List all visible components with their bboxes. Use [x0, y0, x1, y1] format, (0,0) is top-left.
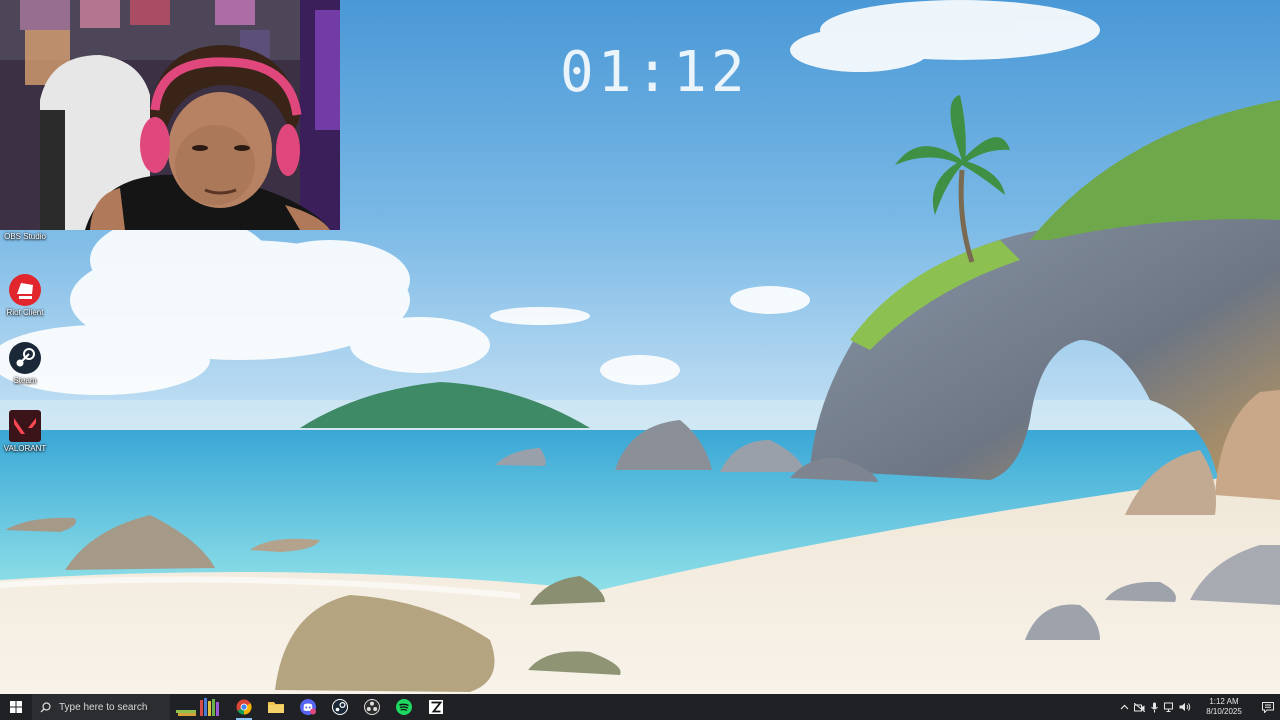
desktop-icon-label: VALORANT — [3, 444, 47, 453]
desktop-icon-label: Steam — [13, 376, 37, 385]
spotify-icon — [396, 699, 412, 715]
taskbar-search-box[interactable]: Type here to search — [32, 694, 170, 720]
system-tray: 1:12 AM 8/10/2025 — [1117, 694, 1280, 720]
desktop-icon-label: Riot Client — [6, 308, 44, 317]
taskbar-obs[interactable] — [356, 694, 388, 720]
notification-icon — [1262, 701, 1274, 713]
discord-icon — [300, 699, 316, 715]
taskbar-spotify[interactable] — [388, 694, 420, 720]
valorant-icon — [9, 410, 41, 442]
desktop-icon-steam[interactable]: Steam — [2, 342, 48, 386]
steam-icon — [332, 699, 348, 715]
taskbar: Type here to search 1:12 AM 8/10/2025 — [0, 694, 1280, 720]
desktop-icon-valorant[interactable]: VALORANT — [2, 410, 48, 454]
volume-icon[interactable] — [1177, 694, 1192, 720]
riot-client-icon — [9, 274, 41, 306]
taskbar-date: 8/10/2025 — [1206, 707, 1242, 716]
obs-icon — [364, 699, 380, 715]
taskbar-chrome[interactable] — [228, 694, 260, 720]
start-button[interactable] — [0, 694, 32, 720]
notification-center-button[interactable] — [1256, 694, 1280, 720]
books-widget-icon — [176, 698, 219, 716]
chevron-up-icon[interactable] — [1117, 694, 1132, 720]
windows-logo-icon — [10, 701, 22, 713]
camera-off-icon[interactable] — [1132, 694, 1147, 720]
steam-icon — [9, 342, 41, 374]
taskbar-steam[interactable] — [324, 694, 356, 720]
search-placeholder: Type here to search — [59, 701, 148, 713]
webcam-overlay — [0, 0, 340, 230]
taskbar-epic-games[interactable] — [420, 694, 452, 720]
desktop-icon-label: OBS Studio — [4, 232, 46, 241]
taskbar-widgets[interactable] — [170, 694, 228, 720]
microphone-icon[interactable] — [1147, 694, 1162, 720]
network-icon[interactable] — [1162, 694, 1177, 720]
taskbar-clock[interactable]: 1:12 AM 8/10/2025 — [1196, 697, 1252, 717]
desktop-icon-riot-client[interactable]: Riot Client — [2, 274, 48, 318]
desktop-icon-obs-studio[interactable]: OBS Studio — [2, 232, 48, 242]
taskbar-time: 1:12 AM — [1209, 697, 1239, 706]
folder-icon — [268, 702, 284, 713]
epic-games-icon — [429, 700, 443, 714]
search-icon — [40, 701, 51, 712]
taskbar-discord[interactable] — [292, 694, 324, 720]
desktop-clock-overlay: 01:12 — [560, 40, 749, 105]
chrome-icon — [236, 699, 252, 715]
taskbar-file-explorer[interactable] — [260, 694, 292, 720]
